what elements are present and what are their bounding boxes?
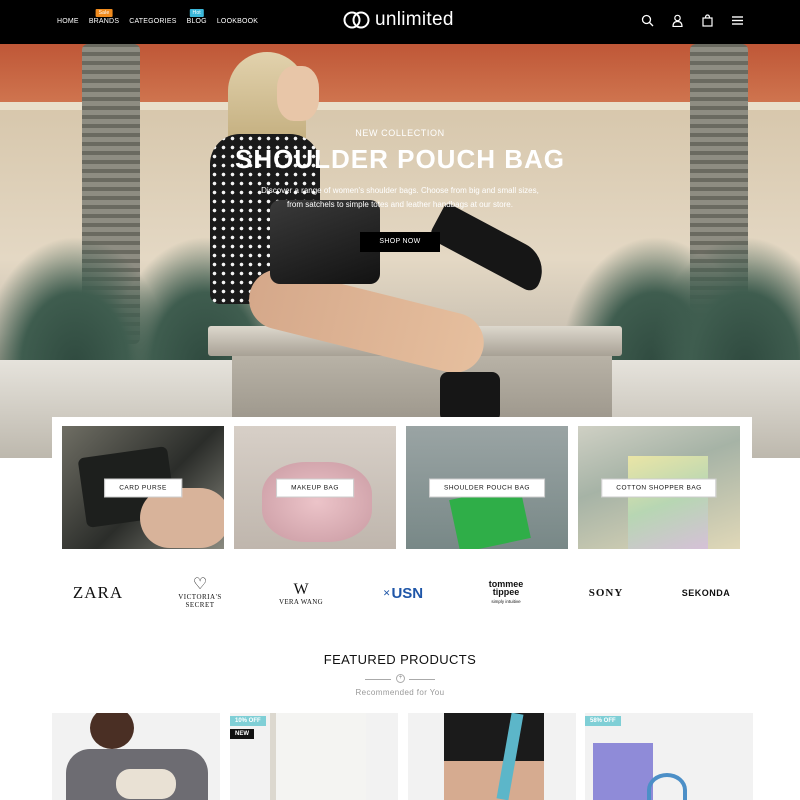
section-subtitle: Recommended for You (355, 688, 445, 697)
brand-logos: ZARA ♡ VICTORIA'S SECRET W VERA WANG ✕ U… (58, 566, 748, 620)
search-icon[interactable] (641, 14, 654, 27)
category-label: CARD PURSE (104, 478, 182, 498)
discount-tag: 10% OFF (230, 716, 266, 726)
brand-tommee-tippee[interactable]: tommee tippee simply intuitive (474, 566, 538, 620)
divider-plus-icon: + (396, 674, 405, 683)
category-tiles: CARD PURSE MAKEUP BAG SHOULDER POUCH BAG… (52, 417, 752, 558)
sale-badge: Sale (95, 9, 113, 17)
hero-description: Discover a range of women's shoulder bag… (0, 184, 800, 212)
brand-sony[interactable]: SONY (576, 566, 636, 620)
category-label: SHOULDER POUCH BAG (429, 478, 545, 498)
category-makeup-bag[interactable]: MAKEUP BAG (234, 426, 396, 549)
nav-label: BLOG (186, 18, 207, 25)
nav-home[interactable]: HOME (57, 18, 79, 25)
category-card-purse[interactable]: CARD PURSE (62, 426, 224, 549)
brand-vw-text: VERA WANG (279, 597, 323, 606)
brand-vs-text: VICTORIA'S (178, 593, 222, 601)
header-bar: HOME Sale BRANDS CATEGORIES Hot BLOG LOOKB… (0, 0, 800, 44)
user-icon[interactable] (671, 14, 684, 28)
product-image (270, 713, 366, 800)
logo-text: unlimited (375, 9, 454, 30)
featured-products-header: FEATURED PRODUCTS + Recommended for You (0, 652, 800, 697)
product-image (90, 713, 134, 749)
bag-icon[interactable] (701, 14, 714, 27)
nav-label: BRANDS (88, 18, 120, 25)
model-face (277, 66, 319, 121)
brand-tippee-text: tippee (492, 587, 520, 597)
makeup-bag-image (262, 462, 372, 542)
product-bag-image (116, 769, 176, 799)
nav-label: HOME (57, 18, 79, 25)
nav-categories[interactable]: CATEGORIES (129, 18, 176, 25)
product-card[interactable] (408, 713, 576, 800)
infinity-logo-icon (343, 11, 370, 29)
category-cotton-shopper-bag[interactable]: COTTON SHOPPER BAG (578, 426, 740, 549)
hero-eyebrow: NEW COLLECTION (355, 128, 445, 138)
nav-label: LOOKBOOK (216, 18, 259, 25)
category-label: COTTON SHOPPER BAG (601, 478, 717, 498)
brand-victorias-secret[interactable]: ♡ VICTORIA'S SECRET (162, 566, 238, 620)
category-shoulder-pouch-bag[interactable]: SHOULDER POUCH BAG (406, 426, 568, 549)
nav-label: CATEGORIES (129, 18, 177, 25)
brand-vera-wang[interactable]: W VERA WANG (266, 566, 336, 620)
brand-zara[interactable]: ZARA (58, 566, 138, 620)
hero-copy: NEW COLLECTION SHOULDER POUCH BAG Discov… (0, 128, 800, 252)
hero-desc-line: Discover a range of women's shoulder bag… (261, 186, 539, 195)
new-tag: NEW (230, 729, 254, 739)
product-image (444, 713, 544, 800)
hot-badge: Hot (189, 9, 204, 17)
hero-desc-line: from satchels to simple totes and leathe… (287, 200, 513, 209)
brand-tommee-tagline: simply intuitive (491, 599, 521, 604)
brand-zara-text: ZARA (72, 583, 124, 602)
menu-icon[interactable] (731, 14, 744, 27)
vw-monogram-icon: W (293, 580, 309, 598)
nav-blog[interactable]: Hot BLOG (186, 9, 207, 25)
nav-lookbook[interactable]: LOOKBOOK (217, 18, 258, 25)
brand-usn-text: USN (391, 584, 424, 602)
product-bag-handle-image (647, 773, 687, 800)
product-card[interactable]: 58% OFF (585, 713, 753, 800)
header-icons (641, 14, 744, 28)
category-label: MAKEUP BAG (276, 478, 354, 498)
hero-title: SHOULDER POUCH BAG (234, 144, 565, 174)
discount-tag: 58% OFF (585, 716, 621, 726)
brand-vs-text: SECRET (185, 601, 215, 609)
usn-mark-icon: ✕ (382, 587, 391, 598)
brand-sekonda[interactable]: SEKONDA (674, 566, 738, 620)
section-title: FEATURED PRODUCTS (323, 652, 477, 667)
product-card[interactable] (52, 713, 220, 800)
shopper-bag-image (628, 456, 708, 549)
product-card[interactable]: 10% OFF NEW (230, 713, 398, 800)
hero-banner: NEW COLLECTION SHOULDER POUCH BAG Discov… (0, 44, 800, 458)
site-logo[interactable]: unlimited (343, 9, 454, 31)
main-nav: HOME Sale BRANDS CATEGORIES Hot BLOG LOOKB… (57, 9, 258, 25)
brand-usn[interactable]: ✕ USN (371, 566, 435, 620)
product-image (593, 743, 653, 800)
agave-plant (650, 236, 800, 366)
nav-brands[interactable]: Sale BRANDS (88, 9, 120, 25)
brand-sony-text: SONY (588, 587, 624, 599)
title-divider: + (365, 673, 435, 685)
vs-monogram-icon: ♡ (192, 576, 208, 593)
brand-sekonda-text: SEKONDA (681, 588, 731, 598)
model-boot (440, 372, 500, 422)
shop-now-button[interactable]: SHOP NOW (360, 232, 440, 252)
